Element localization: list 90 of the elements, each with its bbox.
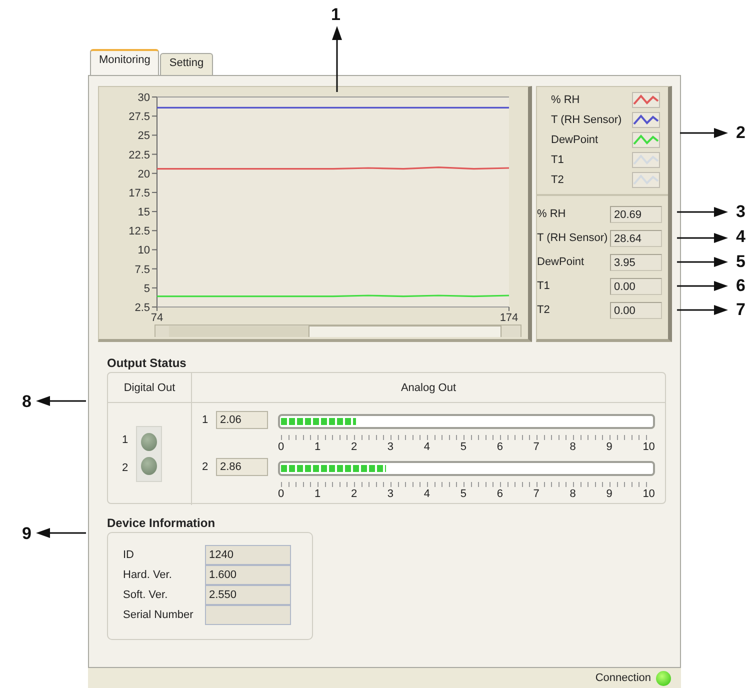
scrollbar[interactable] bbox=[154, 324, 522, 337]
tick-label: 25 bbox=[138, 130, 150, 142]
tab[interactable]: Setting bbox=[160, 53, 213, 75]
reading-label: % RH bbox=[537, 208, 566, 220]
field-label: Soft. Ver. bbox=[123, 589, 169, 601]
callout-arrow bbox=[677, 281, 728, 291]
reading-value: 0.00 bbox=[610, 278, 662, 294]
reading-label: T2 bbox=[537, 304, 550, 316]
tick-label: 30 bbox=[138, 92, 150, 104]
tick-label: 12.5 bbox=[128, 226, 150, 238]
reading-value: 20.69 bbox=[610, 206, 662, 222]
reading-value: 0.00 bbox=[610, 302, 662, 318]
value-field: 2.550 bbox=[205, 585, 291, 605]
section-title: Device Information bbox=[107, 516, 216, 530]
callout-arrow bbox=[680, 128, 728, 138]
tick-label: 17.5 bbox=[128, 187, 150, 200]
scale-label: 0 bbox=[278, 488, 284, 500]
scale-label: 9 bbox=[606, 441, 612, 453]
callout-number: 2 bbox=[736, 124, 746, 142]
channel-label: 2 bbox=[202, 460, 210, 475]
legend-label: T2 bbox=[551, 174, 564, 186]
scale-label: 8 bbox=[570, 488, 576, 500]
channel-label: 1 bbox=[202, 413, 210, 428]
callout-arrow bbox=[677, 207, 728, 217]
scale-label: 10 bbox=[642, 488, 655, 500]
value-field: 1.600 bbox=[205, 565, 291, 585]
scale-label: 4 bbox=[424, 441, 430, 453]
scale-label: 5 bbox=[460, 441, 466, 453]
reading-label: T1 bbox=[537, 280, 550, 292]
scale-label: 2 bbox=[350, 441, 358, 453]
tab[interactable]: Monitoring bbox=[90, 49, 160, 75]
tick-label: 22.5 bbox=[128, 149, 150, 162]
scale-label: 6 bbox=[496, 488, 503, 500]
scale-label: 7 bbox=[533, 441, 540, 453]
scale-label: 9 bbox=[606, 488, 612, 500]
scale-label: 3 bbox=[387, 488, 394, 500]
scale-label: 3 bbox=[387, 441, 394, 453]
callout-number: 8 bbox=[22, 393, 32, 411]
tick-label: 74 bbox=[150, 312, 164, 324]
tick-label: 7.5 bbox=[134, 264, 150, 276]
tick-label: 20 bbox=[138, 168, 150, 180]
scale-label: 6 bbox=[496, 441, 503, 453]
field-label: ID bbox=[123, 549, 135, 561]
reading-value: 3.95 bbox=[610, 254, 662, 270]
tick-label: 27.5 bbox=[128, 111, 150, 124]
legend-label: T1 bbox=[551, 154, 564, 166]
callout-number: 3 bbox=[736, 203, 746, 221]
legend-label: % RH bbox=[551, 94, 580, 106]
field-label: Serial Number bbox=[123, 609, 194, 621]
callout-arrow bbox=[36, 396, 86, 406]
legend-label: DewPoint bbox=[551, 134, 598, 146]
scale-label: 2 bbox=[350, 488, 358, 500]
callout-number: 5 bbox=[736, 253, 746, 271]
value-field: 1240 bbox=[205, 545, 291, 565]
reading-label: DewPoint bbox=[537, 256, 584, 268]
callout-number: 1 bbox=[331, 6, 340, 24]
tick-label: 2.5 bbox=[134, 302, 150, 314]
callout-number: 9 bbox=[22, 525, 32, 543]
callout-arrow bbox=[677, 257, 728, 267]
scale-label: 4 bbox=[424, 488, 430, 500]
channel-label: 1 bbox=[122, 434, 128, 446]
scale-label: 0 bbox=[278, 441, 284, 453]
reading-label: T (RH Sensor) bbox=[537, 232, 608, 244]
scale-label: 1 bbox=[314, 488, 321, 500]
field-label: Hard. Ver. bbox=[123, 569, 173, 581]
callout-number: 7 bbox=[736, 301, 746, 319]
tick-label: 174 bbox=[500, 312, 518, 324]
connection-label: Connection bbox=[595, 672, 651, 684]
tick-label: 5 bbox=[144, 282, 150, 295]
scale-label: 8 bbox=[570, 441, 576, 453]
callout-number: 6 bbox=[736, 277, 746, 295]
callout-arrow bbox=[677, 305, 728, 315]
channel-label: 2 bbox=[122, 462, 128, 474]
column-header: Analog Out bbox=[400, 382, 456, 394]
column-header: Digital Out bbox=[124, 382, 176, 394]
scale-label: 10 bbox=[642, 441, 655, 453]
value-field: 2.06 bbox=[216, 411, 268, 429]
tick-label: 15 bbox=[138, 206, 150, 219]
legend-label: T (RH Sensor) bbox=[551, 114, 622, 126]
callout-arrow bbox=[36, 528, 86, 538]
section-title: Output Status bbox=[107, 356, 186, 370]
scale-label: 1 bbox=[314, 441, 321, 453]
scale-label: 5 bbox=[460, 488, 466, 500]
callout-arrow bbox=[332, 26, 342, 92]
callout-number: 4 bbox=[736, 228, 746, 246]
tick-label: 10 bbox=[138, 244, 150, 257]
scale-label: 7 bbox=[533, 488, 540, 500]
callout-arrow bbox=[677, 233, 728, 243]
reading-value: 28.64 bbox=[610, 230, 662, 246]
value-field: 2.86 bbox=[216, 458, 268, 476]
